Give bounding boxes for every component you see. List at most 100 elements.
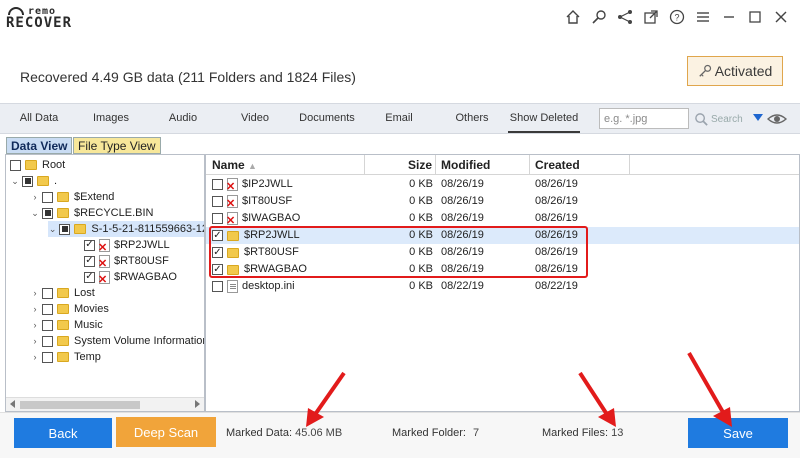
deep-scan-button[interactable]: Deep Scan	[116, 417, 216, 447]
search-button[interactable]: Search	[694, 110, 743, 128]
column-header-size[interactable]: Size	[365, 155, 436, 175]
help-icon[interactable]: ?	[664, 6, 690, 28]
tab-all-data[interactable]: All Data	[12, 104, 66, 133]
search-input[interactable]	[599, 108, 689, 129]
column-header-modified[interactable]: Modified	[436, 155, 530, 175]
key-icon	[698, 64, 711, 77]
scroll-left-icon[interactable]	[10, 400, 15, 408]
svg-text:?: ?	[674, 13, 679, 23]
chevron-down-icon[interactable]: ⌄	[10, 176, 20, 187]
tree-checkbox[interactable]	[42, 335, 53, 347]
tree-item-recycle-bin[interactable]: ⌄ $RECYCLE.BIN	[30, 205, 153, 221]
tree-checkbox[interactable]	[42, 191, 53, 203]
row-checkbox[interactable]	[212, 196, 223, 207]
chevron-right-icon[interactable]: ›	[30, 336, 40, 346]
minimize-icon[interactable]	[716, 6, 742, 28]
close-icon[interactable]	[768, 6, 794, 28]
column-header-created[interactable]: Created	[530, 155, 630, 175]
menu-icon[interactable]	[690, 6, 716, 28]
activated-badge[interactable]: Activated	[687, 56, 783, 86]
tree-checkbox[interactable]	[42, 287, 53, 299]
home-icon[interactable]	[560, 6, 586, 28]
tab-video[interactable]: Video	[234, 104, 276, 133]
file-modified: 08/22/19	[441, 280, 484, 292]
tab-images[interactable]: Images	[88, 104, 134, 133]
file-created: 08/26/19	[535, 195, 578, 207]
tree-item-temp[interactable]: › Temp	[30, 349, 101, 365]
tab-email[interactable]: Email	[381, 104, 417, 133]
remo-recover-window: remo RECOVER ? Recovered 4.49 GB data (2…	[0, 0, 800, 458]
table-row[interactable]: ✕ $IP2JWLL 0 KB 08/26/19 08/26/19	[206, 176, 799, 193]
marked-folder-stat: Marked Folder: 7	[392, 427, 479, 439]
row-checkbox[interactable]	[212, 281, 223, 292]
chevron-right-icon[interactable]: ›	[30, 352, 40, 362]
column-header-name[interactable]: Name ▲	[206, 155, 365, 175]
scroll-right-icon[interactable]	[195, 400, 200, 408]
file-name: desktop.ini	[242, 280, 295, 292]
file-size: 0 KB	[409, 178, 433, 190]
tree-checkbox[interactable]	[42, 303, 53, 315]
tree-checkbox[interactable]	[42, 319, 53, 331]
tree-item-rp2jwll[interactable]: ✕ $RP2JWLL	[82, 237, 170, 253]
logo-text-bottom: RECOVER	[6, 15, 73, 31]
external-link-icon[interactable]	[638, 6, 664, 28]
tree-checkbox[interactable]	[10, 159, 21, 171]
tree-item-dot[interactable]: ⌄.	[10, 173, 57, 189]
chevron-right-icon[interactable]: ›	[30, 288, 40, 298]
tree-checkbox[interactable]	[42, 351, 53, 363]
tree-item-extend[interactable]: › $Extend	[30, 189, 115, 205]
tree-item-system-volume-information[interactable]: › System Volume Information	[30, 333, 205, 349]
chevron-down-icon[interactable]: ⌄	[30, 208, 40, 219]
share-icon[interactable]	[612, 6, 638, 28]
back-button[interactable]: Back	[14, 418, 112, 448]
recovery-summary: Recovered 4.49 GB data (211 Folders and …	[20, 69, 356, 85]
marked-folder-label: Marked Folder:	[392, 427, 466, 439]
tab-audio[interactable]: Audio	[162, 104, 204, 133]
folder-icon	[74, 224, 87, 234]
chevron-right-icon[interactable]: ›	[30, 192, 40, 202]
tree-item-label: Root	[42, 159, 66, 171]
tree-item-label: $RT80USF	[114, 255, 169, 267]
tab-file-type-view[interactable]: File Type View	[73, 137, 161, 154]
folder-icon	[57, 336, 69, 346]
row-checkbox[interactable]	[212, 213, 223, 224]
folder-icon	[57, 288, 69, 298]
tab-documents[interactable]: Documents	[297, 104, 357, 133]
marked-data-label: Marked Data:	[226, 427, 293, 439]
tree-checkbox[interactable]	[22, 175, 33, 187]
folder-tree: Root ⌄. › $Extend ⌄ $RECYCLE.BIN ⌄ S-1-5-21…	[5, 154, 205, 412]
scrollbar-thumb[interactable]	[20, 401, 140, 409]
table-row[interactable]: ✕ $IWAGBAO 0 KB 08/26/19 08/26/19	[206, 210, 799, 227]
chevron-right-icon[interactable]: ›	[30, 320, 40, 330]
annotation-arrow-icon	[578, 371, 616, 427]
filter-dropdown-icon[interactable]	[753, 114, 763, 121]
folder-icon	[57, 208, 69, 218]
title-bar: remo RECOVER ?	[0, 0, 800, 34]
tree-checkbox[interactable]	[84, 239, 95, 251]
tab-show-deleted[interactable]: Show Deleted	[508, 104, 580, 133]
tab-data-view[interactable]: Data View	[6, 137, 73, 154]
tree-checkbox[interactable]	[42, 207, 53, 219]
table-row[interactable]: ✕ $IT80USF 0 KB 08/26/19 08/26/19	[206, 193, 799, 210]
tree-item-lost[interactable]: › Lost	[30, 285, 95, 301]
tree-item-sid[interactable]: ⌄ S-1-5-21-811559663-12	[48, 221, 204, 237]
tree-item-rwagbao[interactable]: ✕ $RWAGBAO	[82, 269, 177, 285]
table-row[interactable]: desktop.ini 0 KB 08/22/19 08/22/19	[206, 278, 799, 295]
tree-checkbox[interactable]	[84, 271, 95, 283]
tree-horizontal-scrollbar[interactable]	[6, 397, 204, 411]
row-checkbox[interactable]	[212, 179, 223, 190]
tree-checkbox[interactable]	[59, 223, 71, 235]
folder-icon	[25, 160, 37, 170]
tree-item-music[interactable]: › Music	[30, 317, 103, 333]
tree-item-rt80usf[interactable]: ✕ $RT80USF	[82, 253, 169, 269]
tree-item-root[interactable]: Root	[8, 157, 65, 173]
maximize-icon[interactable]	[742, 6, 768, 28]
tab-others[interactable]: Others	[452, 104, 492, 133]
tree-checkbox[interactable]	[84, 255, 95, 267]
chevron-right-icon[interactable]: ›	[30, 304, 40, 314]
file-created: 08/26/19	[535, 212, 578, 224]
tree-item-movies[interactable]: › Movies	[30, 301, 109, 317]
chevron-down-icon[interactable]: ⌄	[48, 224, 57, 235]
eye-icon[interactable]	[767, 111, 787, 127]
search-icon[interactable]	[586, 6, 612, 28]
